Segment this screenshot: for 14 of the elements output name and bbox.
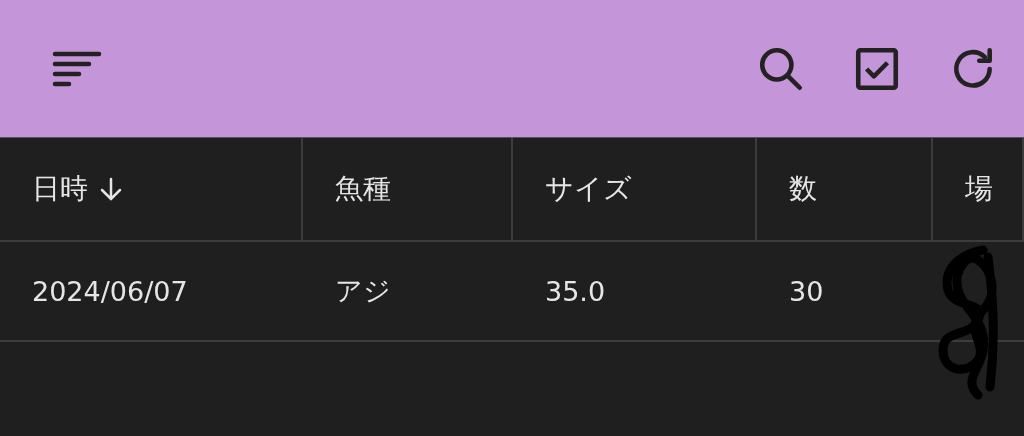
column-header[interactable]: 場	[933, 138, 1024, 242]
column-header[interactable]: 魚種	[303, 138, 513, 242]
table-cell: 2024/06/07	[32, 275, 188, 307]
column-header-label: 場	[965, 171, 993, 207]
table-cell-text: アジ	[335, 274, 391, 308]
column-header-label: 日時	[32, 171, 88, 207]
column-header-label: 数	[789, 171, 817, 207]
column-header[interactable]: 数	[757, 138, 933, 242]
column-header[interactable]: サイズ	[513, 138, 757, 242]
column-header-label: 魚種	[335, 171, 391, 207]
column-header-label: サイズ	[545, 171, 632, 207]
table-cell: 35.0	[545, 275, 606, 307]
table-cell: 30	[789, 275, 824, 307]
column-header[interactable]: 日時	[0, 138, 303, 242]
